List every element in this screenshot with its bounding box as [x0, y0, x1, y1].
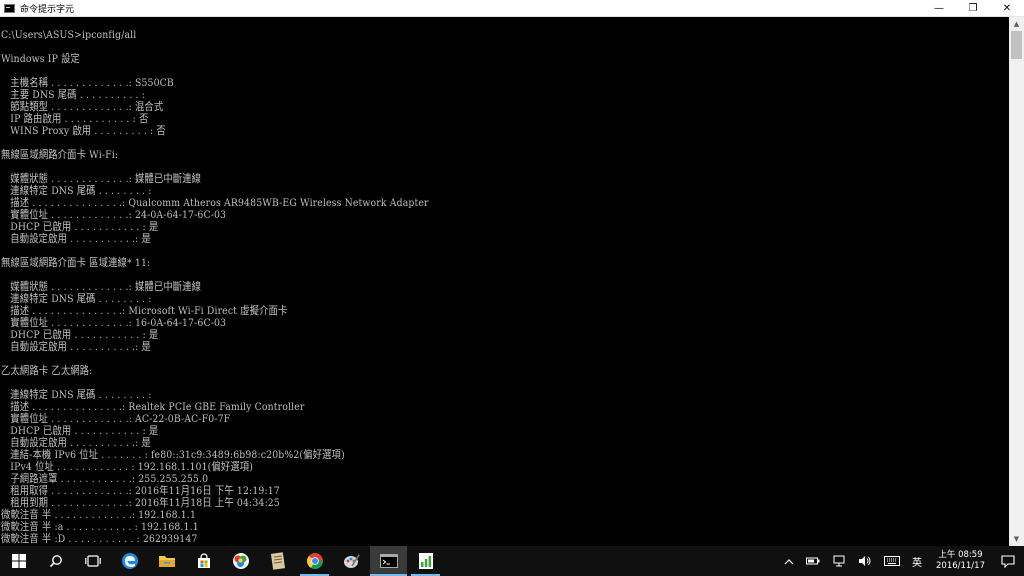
window-controls: — ❐ ✕ [922, 0, 1024, 17]
console-line: 連線特定 DNS 尾碼 . . . . . . . . : [1, 185, 152, 197]
clock-date: 2016/11/17 [936, 561, 985, 571]
console-line: IP 路由啟用 . . . . . . . . . . . : 否 [1, 113, 149, 125]
console-line: DHCP 已啟用 . . . . . . . . . . . : 是 [1, 425, 159, 437]
console-line: 子網路遮罩 . . . . . . . . . . . .: 255.255.2… [1, 473, 209, 485]
minimize-button[interactable]: — [922, 0, 956, 17]
console-line: 微軟注音 半 :D . . . . . . . . . . . : 262939… [1, 533, 198, 545]
ime-mode-indicator[interactable]: 英 [906, 546, 928, 576]
scroll-up-arrow-icon[interactable]: ▲ [1009, 17, 1024, 31]
console-line: 自動設定啟用 . . . . . . . . . . .: 是 [1, 341, 151, 353]
console-line: 描述 . . . . . . . . . . . . . . .: Realte… [1, 401, 305, 413]
paint-app-icon [343, 554, 360, 568]
taskbar: 英 上午 08:59 2016/11/17 [0, 546, 1024, 576]
chrome-button[interactable] [296, 546, 333, 576]
console-line: 連線特定 DNS 尾碼 . . . . . . . . : [1, 293, 152, 305]
console-line: 實體位址 . . . . . . . . . . . . .: AC-22-0B… [1, 413, 231, 425]
maximize-button[interactable]: ❐ [956, 0, 990, 17]
colorful-app-icon [232, 553, 249, 569]
cmd-app-icon[interactable] [4, 3, 15, 13]
search-icon [49, 555, 62, 568]
notifications-icon[interactable] [993, 546, 1024, 576]
cmd-button[interactable] [370, 546, 407, 576]
window-title: 命令提示字元 [20, 4, 75, 15]
console-line: 主要 DNS 尾碼 . . . . . . . . . . : [1, 89, 145, 101]
console-line: 微軟注音 半 . . . . . . . . . . . . .: 192.16… [1, 509, 197, 521]
store-button[interactable] [185, 546, 222, 576]
console-line: 實體位址 . . . . . . . . . . . . .: 16-0A-64… [1, 317, 227, 329]
file-explorer-button[interactable] [148, 546, 185, 576]
console-line: 節點類型 . . . . . . . . . . . . .: 混合式 [1, 101, 164, 113]
console-line: DHCP 已啟用 . . . . . . . . . . . : 是 [1, 329, 159, 341]
console-line: 媒體狀態 . . . . . . . . . . . . .: 媒體已中斷連線 [1, 173, 202, 185]
console-line: 描述 . . . . . . . . . . . . . . .: Qualco… [1, 197, 429, 209]
cmd-icon [379, 554, 398, 568]
app-button-4[interactable] [407, 546, 444, 576]
scroll-down-arrow-icon[interactable]: ▼ [1009, 532, 1024, 546]
app-button-3[interactable] [333, 546, 370, 576]
chart-app-icon [418, 553, 433, 569]
console-line: 租用取得 . . . . . . . . . . . . .: 2016年11月… [1, 485, 280, 497]
show-hidden-icons-chevron-icon[interactable] [778, 546, 800, 576]
console-line: 自動設定啟用 . . . . . . . . . . .: 是 [1, 437, 151, 449]
store-icon [197, 553, 210, 568]
task-view-icon [84, 555, 101, 567]
folder-icon [158, 556, 175, 567]
console-line: IPv4 位址 . . . . . . . . . . . . : 192.16… [1, 461, 254, 473]
app-button-1[interactable] [222, 546, 259, 576]
battery-icon[interactable] [800, 546, 826, 576]
edge-icon [121, 553, 138, 569]
keyboard-icon[interactable] [878, 546, 906, 576]
console-line: 微軟注音 半 :a . . . . . . . . . . . : 192.16… [1, 521, 199, 533]
volume-icon[interactable] [852, 546, 878, 576]
app-button-2[interactable] [259, 546, 296, 576]
console-line: 無線區域網路介面卡 區域連線* 11: [1, 257, 151, 269]
console-line: 媒體狀態 . . . . . . . . . . . . .: 媒體已中斷連線 [1, 281, 202, 293]
console-line: 乙太網路卡 乙太網路: [1, 365, 93, 377]
scroll-thumb[interactable] [1011, 31, 1022, 59]
console-line: WINS Proxy 啟用 . . . . . . . . . : 否 [1, 125, 166, 137]
task-view-button[interactable] [74, 546, 111, 576]
network-icon[interactable] [826, 546, 852, 576]
vertical-scrollbar[interactable]: ▲ ▼ [1009, 17, 1024, 546]
chrome-icon [306, 553, 323, 569]
system-tray: 英 上午 08:59 2016/11/17 [778, 546, 1024, 576]
console-line: 實體位址 . . . . . . . . . . . . .: 24-0A-64… [1, 209, 227, 221]
console-line: 描述 . . . . . . . . . . . . . . .: Micros… [1, 305, 288, 317]
search-button[interactable] [37, 546, 74, 576]
console-line: C:\Users\ASUS>ipconfig/all [1, 29, 137, 41]
console-line: 主機名稱 . . . . . . . . . . . . .: S550CB [1, 77, 174, 89]
console-line: 自動設定啟用 . . . . . . . . . . .: 是 [1, 233, 151, 245]
console-output[interactable]: C:\Users\ASUS>ipconfig/all Windows IP 設定 … [0, 17, 1009, 546]
clock-time: 上午 08:59 [938, 550, 983, 560]
console-line: 無線區域網路介面卡 Wi-Fi: [1, 149, 119, 161]
system-clock[interactable]: 上午 08:59 2016/11/17 [928, 550, 993, 572]
console-line: 租用到期 . . . . . . . . . . . . .: 2016年11月… [1, 497, 280, 509]
start-button[interactable] [0, 546, 37, 576]
console-line: Windows IP 設定 [1, 53, 80, 65]
console-line: DHCP 已啟用 . . . . . . . . . . . : 是 [1, 221, 159, 233]
console-line: 連線特定 DNS 尾碼 . . . . . . . . : [1, 389, 152, 401]
close-button[interactable]: ✕ [990, 0, 1024, 17]
window-titlebar[interactable]: 命令提示字元 — ❐ ✕ [0, 0, 1024, 17]
windows-logo-icon [11, 554, 26, 568]
console-line: 連結-本機 IPv6 位址 . . . . . . . : fe80::31c9… [1, 449, 345, 461]
notepad-app-icon [270, 552, 285, 570]
edge-button[interactable] [111, 546, 148, 576]
